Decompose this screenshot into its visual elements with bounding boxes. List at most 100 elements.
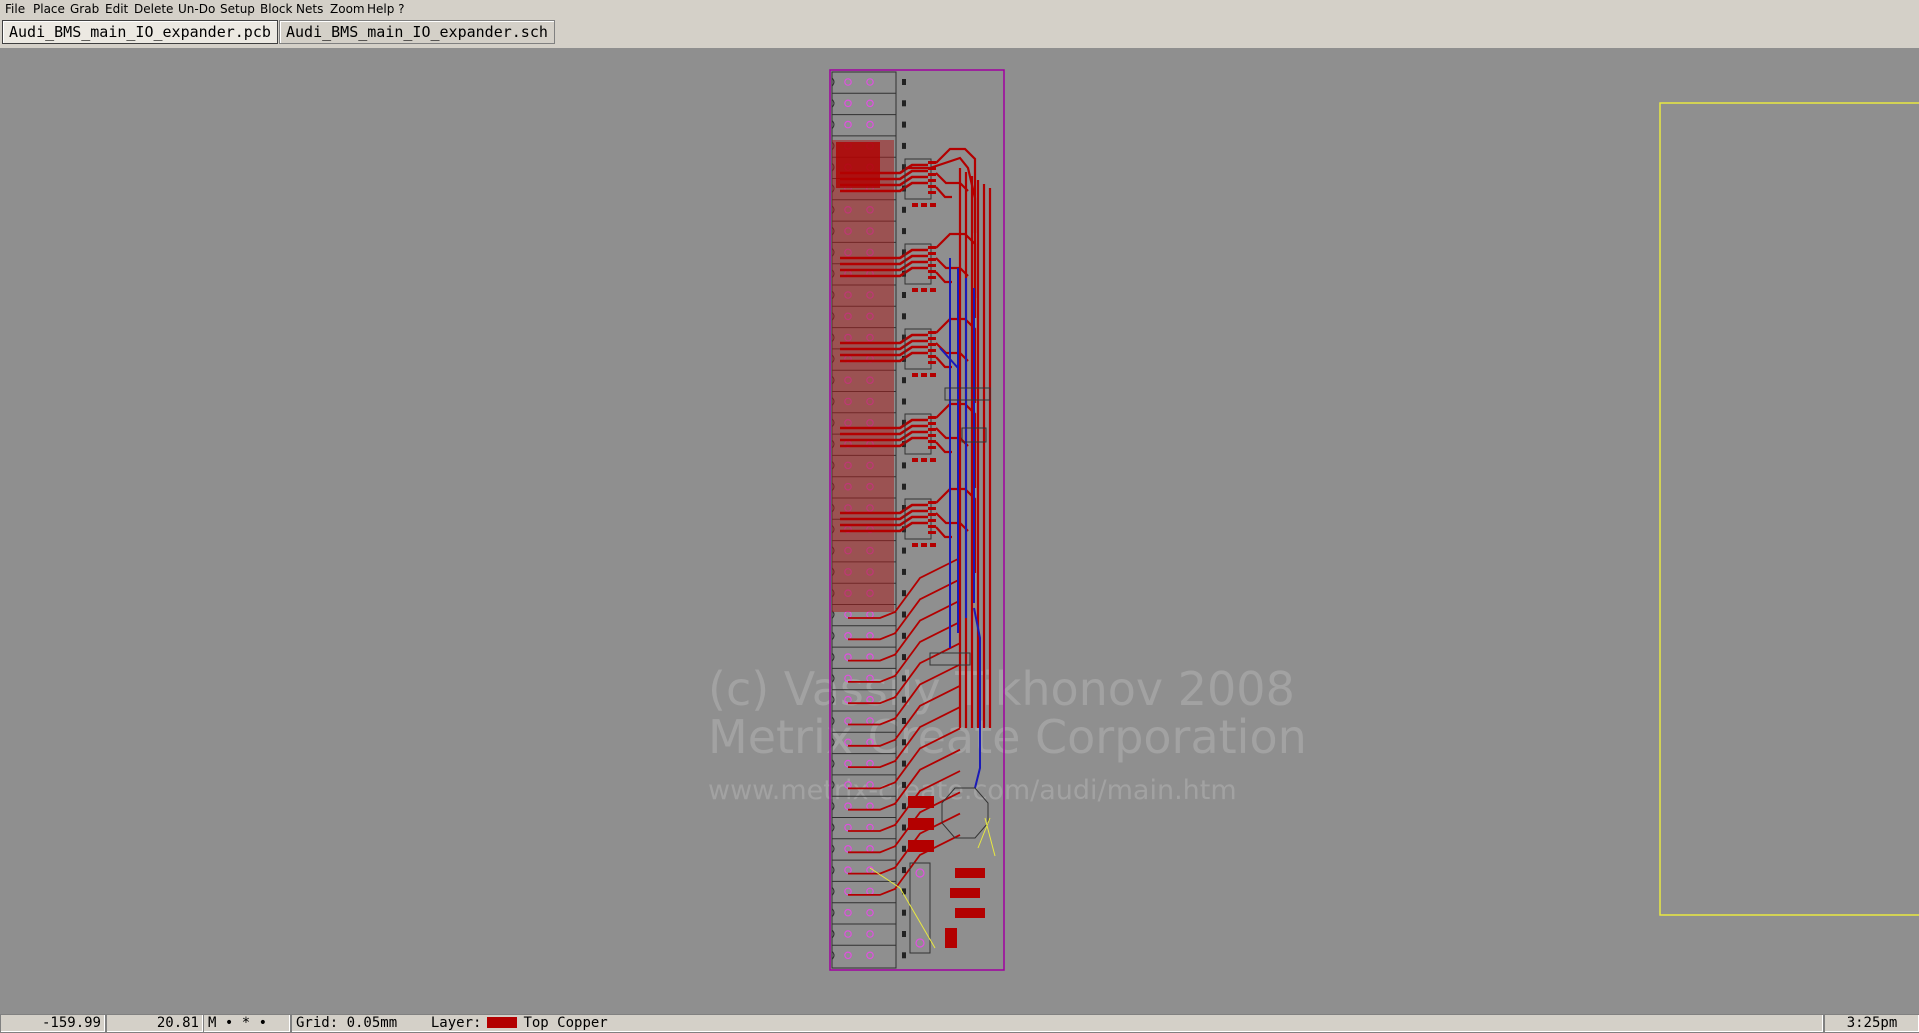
pin-label-mark xyxy=(902,781,906,788)
inductor-outline xyxy=(941,787,989,839)
ic-pad xyxy=(928,167,936,170)
pad xyxy=(866,738,874,747)
pad xyxy=(866,717,874,725)
pad xyxy=(844,866,852,874)
resistor-pad xyxy=(930,203,936,207)
pad xyxy=(844,802,852,811)
resistor-pad xyxy=(930,543,936,547)
ic-pad xyxy=(928,507,936,510)
pad xyxy=(866,99,874,108)
pin-label-mark xyxy=(902,377,906,384)
resistor-pad xyxy=(912,543,918,547)
trace xyxy=(935,172,969,192)
ic-pad xyxy=(928,422,936,425)
pad xyxy=(844,823,852,832)
y-coordinate: 20.81 xyxy=(106,1014,204,1033)
pin-label-mark xyxy=(902,590,906,597)
layer-name[interactable]: Top Copper xyxy=(523,1015,607,1031)
menu-block[interactable]: Block xyxy=(260,2,292,16)
pad xyxy=(844,631,852,640)
menu-zoom[interactable]: Zoom xyxy=(330,2,365,16)
pad xyxy=(915,938,925,948)
pad xyxy=(866,631,874,640)
pcb-canvas[interactable]: (c) Vassily Tikhonov 2008 Metrix Create … xyxy=(0,48,1919,1014)
pin-label-mark xyxy=(902,611,906,618)
ic-pad xyxy=(928,258,936,261)
pin-label-mark xyxy=(902,739,906,746)
resistor-pad xyxy=(912,288,918,292)
menu-nets[interactable]: Nets xyxy=(296,2,323,16)
pin-label-mark xyxy=(902,931,906,937)
menu-grab[interactable]: Grab xyxy=(70,2,99,16)
ic-pad xyxy=(928,519,936,522)
resistor-pad xyxy=(912,203,918,207)
menu-undo[interactable]: Un-Do xyxy=(178,2,215,16)
pad xyxy=(844,759,852,768)
pad xyxy=(844,99,852,108)
pin-label-mark xyxy=(902,100,906,107)
pin-label-mark xyxy=(902,121,906,128)
pin-label-mark xyxy=(902,398,906,405)
ic-pad xyxy=(928,161,936,164)
pad xyxy=(866,610,874,619)
tab-schematic[interactable]: Audi_BMS_main_IO_expander.sch xyxy=(279,20,555,44)
pad xyxy=(844,930,852,938)
ic-pad xyxy=(928,513,936,516)
ic-pad xyxy=(928,331,936,334)
resistor-pad xyxy=(921,203,927,207)
pin-label-mark xyxy=(902,845,906,852)
pad xyxy=(866,653,874,661)
ic-pad xyxy=(928,246,936,249)
trace xyxy=(848,834,961,896)
pad xyxy=(866,781,874,789)
menu-setup[interactable]: Setup xyxy=(220,2,255,16)
layer-color-swatch xyxy=(487,1017,518,1028)
copper-pour xyxy=(832,140,894,612)
pad xyxy=(844,738,852,747)
menu-delete[interactable]: Delete xyxy=(134,2,173,16)
pin-label-mark xyxy=(902,803,906,810)
ic-pad xyxy=(928,264,936,267)
ic-pad xyxy=(928,416,936,419)
menu-file[interactable]: File xyxy=(5,2,25,16)
pad xyxy=(866,844,874,853)
resistor-pad xyxy=(912,373,918,377)
pin-label-mark xyxy=(902,568,906,575)
pad xyxy=(844,695,852,704)
mode-indicators: M • * • xyxy=(203,1014,291,1033)
ic-pad xyxy=(928,428,936,431)
status-bar: -159.99 20.81 M • * • Grid: 0.05mm Layer… xyxy=(0,1014,1919,1033)
pin-label-mark xyxy=(902,142,906,149)
smd-part xyxy=(955,908,985,918)
resistor-pad xyxy=(921,543,927,547)
menu-edit[interactable]: Edit xyxy=(105,2,128,16)
ic-pad xyxy=(928,525,936,528)
trace xyxy=(935,317,977,403)
document-tab-bar: Audi_BMS_main_IO_expander.pcb Audi_BMS_m… xyxy=(0,19,1919,49)
ic-pad xyxy=(928,191,936,194)
pad xyxy=(866,823,874,832)
pad xyxy=(866,78,874,86)
trace xyxy=(935,147,977,233)
trace xyxy=(935,512,969,532)
tab-pcb[interactable]: Audi_BMS_main_IO_expander.pcb xyxy=(2,20,278,44)
resistor-pad xyxy=(930,288,936,292)
pad xyxy=(866,908,874,917)
pad xyxy=(844,78,852,86)
pad xyxy=(866,930,874,938)
resistor-pad xyxy=(930,458,936,462)
trace xyxy=(935,402,977,488)
ic-pad xyxy=(928,185,936,188)
menu-place[interactable]: Place xyxy=(33,2,65,16)
smd-part xyxy=(908,840,934,852)
resistor-pad xyxy=(930,373,936,377)
pad xyxy=(844,674,852,683)
pin-label-mark xyxy=(902,313,906,320)
ic-pad xyxy=(928,440,936,443)
menu-help[interactable]: Help ? xyxy=(367,2,405,16)
smd-part xyxy=(908,796,934,808)
ic-pad xyxy=(928,361,936,364)
pad xyxy=(866,951,874,960)
pad xyxy=(915,868,925,878)
pin-label-mark xyxy=(902,718,906,724)
